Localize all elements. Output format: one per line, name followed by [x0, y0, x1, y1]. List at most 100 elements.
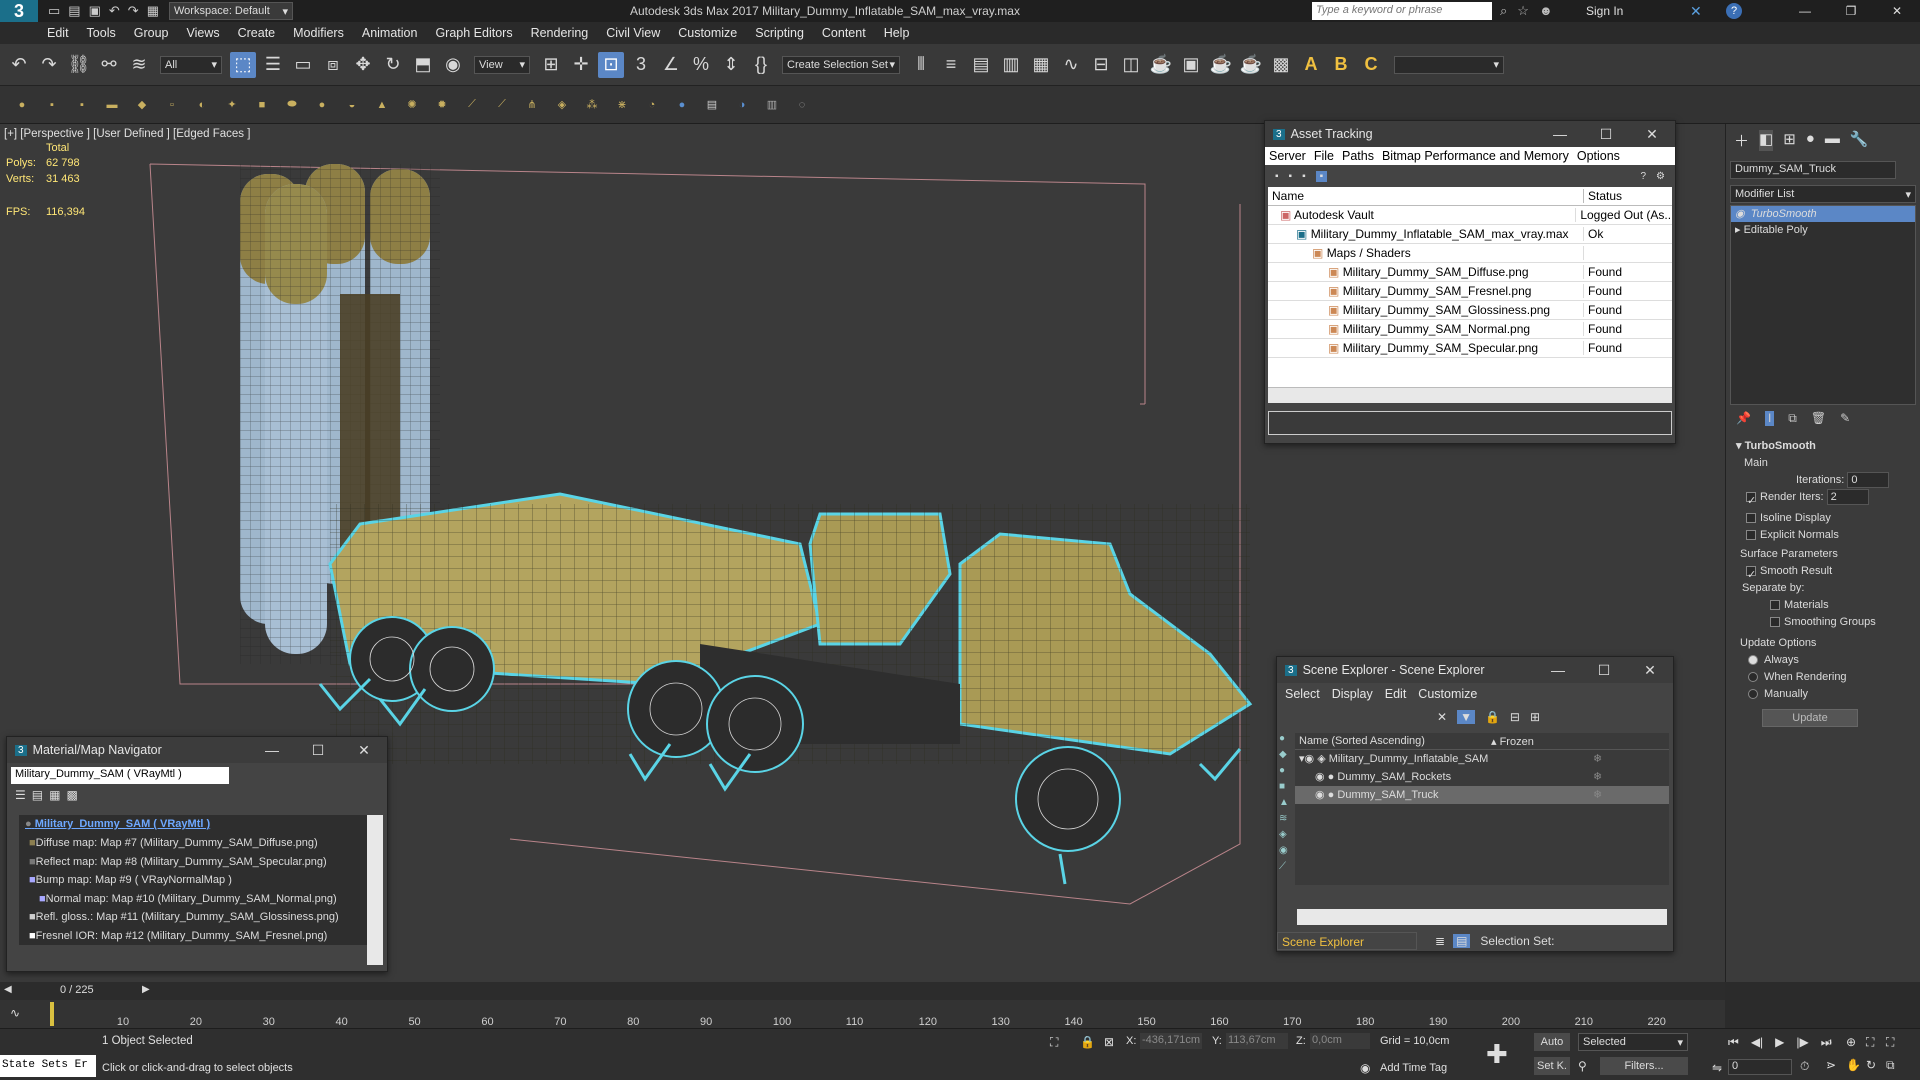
- display-cameras-icon[interactable]: ■: [1279, 781, 1293, 792]
- list-view-icon[interactable]: ▪: [1315, 170, 1328, 182]
- absolute-mode-icon[interactable]: ⊠: [1104, 1035, 1114, 1049]
- iterations-spinner[interactable]: 0: [1847, 472, 1890, 489]
- map-item[interactable]: ■Refl. gloss.: Map #11 (Military_Dummy_S…: [19, 908, 371, 927]
- display-bones-icon[interactable]: ⟋: [1279, 861, 1293, 872]
- x-coordinate[interactable]: -436,171cm: [1140, 1033, 1202, 1049]
- show-end-result-icon[interactable]: I: [1764, 411, 1775, 426]
- edit-named-sets-icon[interactable]: {}: [748, 52, 774, 78]
- vray-tool-15-icon[interactable]: ✹: [432, 95, 452, 115]
- exchange-icon[interactable]: ✕: [1690, 3, 1702, 20]
- column-frozen[interactable]: ▴ Frozen: [1491, 735, 1534, 748]
- vray-tool-27-icon[interactable]: ◌: [792, 95, 812, 115]
- render-production-icon[interactable]: ☕: [1208, 52, 1234, 78]
- menu-customize[interactable]: Customize: [1414, 687, 1481, 701]
- scene-explorer-name-field[interactable]: Scene Explorer: [1277, 932, 1417, 950]
- frozen-icon[interactable]: ❄: [1593, 768, 1602, 786]
- menu-file[interactable]: File: [1310, 149, 1338, 163]
- update-button[interactable]: Update: [1762, 709, 1858, 727]
- display-lights-icon[interactable]: ●: [1279, 765, 1293, 776]
- menu-civil-view[interactable]: Civil View: [597, 22, 669, 44]
- mirror-icon[interactable]: ⫴: [908, 52, 934, 78]
- isolate-icon[interactable]: ⛶: [1050, 1035, 1058, 1050]
- asset-row[interactable]: ▣ Autodesk Vault Logged Out (As...: [1268, 206, 1672, 225]
- star-icon[interactable]: ☆: [1517, 3, 1529, 19]
- spinner-snap-icon[interactable]: ⇕: [718, 52, 744, 78]
- vray-tool-2-icon[interactable]: ▪: [42, 95, 62, 115]
- vray-tool-4-icon[interactable]: ▬: [102, 95, 122, 115]
- time-slider[interactable]: ◀ 0 / 225 ▶: [0, 982, 1725, 1000]
- close-icon[interactable]: ✕: [1874, 4, 1920, 18]
- map-item[interactable]: ■Bump map: Map #9 ( VRayNormalMap ): [19, 871, 371, 890]
- workspace-dropdown[interactable]: Workspace: Default ▾: [169, 2, 293, 20]
- prev-frame-icon[interactable]: ◀: [4, 984, 12, 995]
- vray-tool-19-icon[interactable]: ◈: [552, 95, 572, 115]
- bind-spacewarp-icon[interactable]: ≋: [126, 52, 152, 78]
- minimize-icon[interactable]: —: [1535, 662, 1581, 679]
- save-file-icon[interactable]: ▣: [89, 3, 101, 19]
- menu-help[interactable]: Help: [875, 22, 919, 44]
- y-coordinate[interactable]: 113,67cm: [1226, 1033, 1288, 1049]
- display-geometry-icon[interactable]: ●: [1279, 733, 1293, 744]
- placement-icon[interactable]: ◉: [440, 52, 466, 78]
- hierarchy-expand-icon[interactable]: ⊞: [1530, 710, 1540, 724]
- curve-editor-icon[interactable]: ∿: [1058, 52, 1084, 78]
- selection-lock-icon[interactable]: 🔒: [1080, 1035, 1095, 1049]
- close-icon[interactable]: ✕: [1629, 126, 1675, 143]
- filters-button[interactable]: Filters...: [1600, 1057, 1688, 1075]
- undo-icon[interactable]: ↶: [6, 52, 32, 78]
- time-tag-icon[interactable]: ◉: [1360, 1061, 1370, 1075]
- asset-row[interactable]: ▣ Military_Dummy_SAM_Glossiness.png Found: [1268, 301, 1672, 320]
- current-frame-field[interactable]: 0: [1728, 1059, 1792, 1075]
- schematic-view-icon[interactable]: ⊟: [1088, 52, 1114, 78]
- map-item[interactable]: ■Normal map: Map #10 (Military_Dummy_SAM…: [19, 890, 371, 909]
- menu-options[interactable]: Options: [1573, 149, 1624, 163]
- asset-row[interactable]: ▣ Military_Dummy_Inflatable_SAM_max_vray…: [1268, 225, 1672, 244]
- help-icon[interactable]: ?: [1640, 171, 1646, 182]
- list-view-icon[interactable]: ☰: [15, 788, 26, 802]
- make-unique-icon[interactable]: ⧉: [1788, 411, 1797, 426]
- column-name[interactable]: Name (Sorted Ascending): [1295, 735, 1491, 747]
- large-icons-view-icon[interactable]: ▩: [66, 788, 77, 802]
- unlink-icon[interactable]: ⚯: [96, 52, 122, 78]
- open-file-icon[interactable]: ▤: [68, 3, 80, 19]
- text-c-icon[interactable]: C: [1358, 52, 1384, 78]
- new-file-icon[interactable]: ▭: [48, 3, 60, 19]
- hierarchy-icon[interactable]: ⊟: [1510, 710, 1520, 724]
- rotate-icon[interactable]: ↻: [380, 52, 406, 78]
- vray-tool-1-icon[interactable]: ●: [12, 95, 32, 115]
- map-item[interactable]: ■Reflect map: Map #8 (Military_Dummy_SAM…: [19, 853, 371, 872]
- percent-snap-icon[interactable]: %: [688, 52, 714, 78]
- scene-explorer-toggle-icon[interactable]: ▤: [968, 52, 994, 78]
- z-coordinate[interactable]: 0,0cm: [1310, 1033, 1370, 1049]
- key-filters-icon[interactable]: ⚲: [1578, 1059, 1587, 1073]
- menu-tools[interactable]: Tools: [78, 22, 125, 44]
- map-item[interactable]: ■Fresnel IOR: Map #12 (Military_Dummy_SA…: [19, 927, 371, 946]
- pan-icon[interactable]: ✋: [1846, 1058, 1866, 1073]
- expand-icon[interactable]: ▸: [1735, 224, 1741, 236]
- vray-tool-13-icon[interactable]: ▲: [372, 95, 392, 115]
- always-radio[interactable]: [1748, 655, 1758, 666]
- set-key-button[interactable]: Set K.: [1534, 1057, 1570, 1075]
- render-grid-icon[interactable]: ▩: [1268, 52, 1294, 78]
- curve-editor-mini-icon[interactable]: ∿: [10, 1006, 20, 1020]
- menu-views[interactable]: Views: [177, 22, 228, 44]
- modify-tab-icon[interactable]: ◧: [1759, 130, 1774, 151]
- vray-tool-8-icon[interactable]: ✦: [222, 95, 242, 115]
- orbit-icon[interactable]: ↻: [1866, 1058, 1886, 1073]
- column-name[interactable]: Name: [1268, 189, 1584, 203]
- asset-row[interactable]: ▣ Military_Dummy_SAM_Specular.png Found: [1268, 339, 1672, 358]
- menu-animation[interactable]: Animation: [353, 22, 427, 44]
- vault-icon[interactable]: ▪: [1275, 171, 1279, 182]
- display-spacewarps-icon[interactable]: ≋: [1279, 813, 1293, 824]
- time-config-icon[interactable]: ⏱: [1800, 1059, 1809, 1074]
- explorer-row[interactable]: ▾◉ ◈ Military_Dummy_Inflatable_SAM ❄: [1295, 750, 1669, 768]
- search-input[interactable]: Type a keyword or phrase: [1312, 2, 1492, 20]
- set-key-big-icon[interactable]: ✚: [1486, 1039, 1508, 1070]
- visibility-eye-icon[interactable]: ◉: [1305, 753, 1315, 765]
- menu-edit[interactable]: Edit: [1381, 687, 1411, 701]
- stack-item-editable-poly[interactable]: ▸ Editable Poly: [1731, 222, 1915, 238]
- visibility-eye-icon[interactable]: ◉: [1315, 789, 1325, 801]
- frozen-icon[interactable]: ❄: [1593, 750, 1602, 768]
- next-key-icon[interactable]: |▶: [1796, 1035, 1808, 1050]
- vray-tool-3-icon[interactable]: ▪: [72, 95, 92, 115]
